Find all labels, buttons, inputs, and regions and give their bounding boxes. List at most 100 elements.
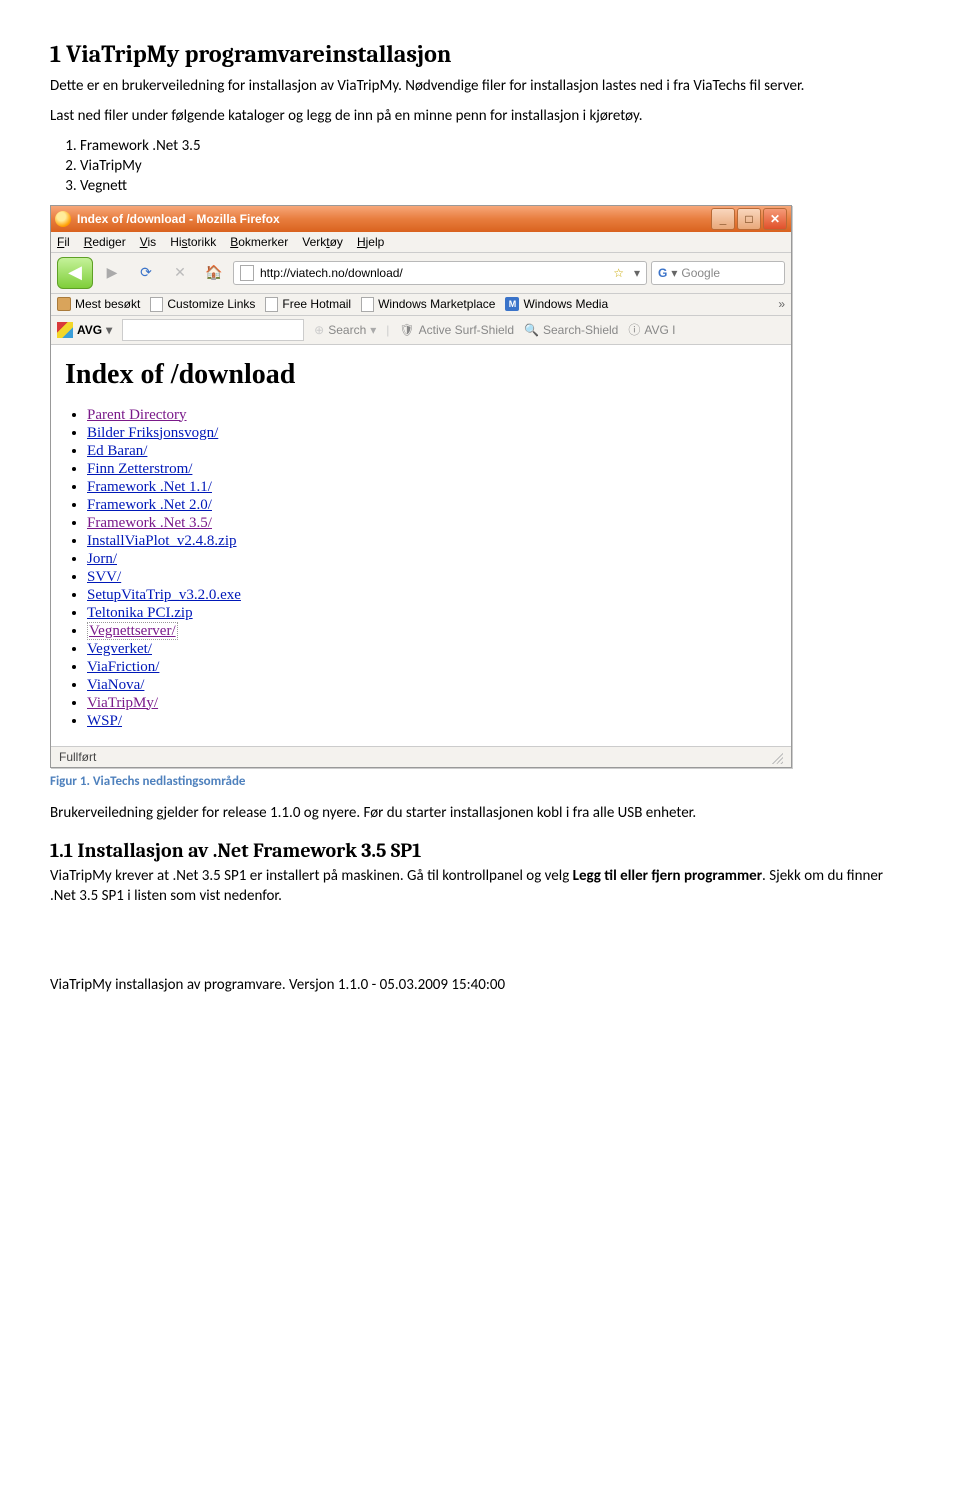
directory-link[interactable]: Vegnettserver/: [87, 622, 178, 640]
bookmark-label: Windows Marketplace: [378, 297, 495, 311]
section-para: ViaTripMy krever at .Net 3.5 SP1 er inst…: [50, 866, 910, 907]
list-item: ViaTripMy: [80, 157, 910, 175]
avg-search-input[interactable]: [122, 319, 304, 341]
page-footer: ViaTripMy installasjon av programvare. V…: [50, 976, 910, 994]
avg-logo[interactable]: AVG ▾: [57, 322, 112, 338]
bookmark-label: Customize Links: [167, 297, 255, 311]
windows-media-icon: M: [505, 297, 519, 311]
bookmark-label: Windows Media: [523, 297, 608, 311]
directory-link[interactable]: Vegverket/: [87, 641, 152, 657]
directory-link[interactable]: Framework .Net 2.0/: [87, 497, 212, 513]
page-icon: [240, 265, 254, 281]
avg-item-label: Search-Shield: [543, 323, 618, 337]
list-item: Vegverket/: [87, 641, 777, 658]
menu-edit[interactable]: Rediger: [84, 235, 126, 249]
list-item: Framework .Net 2.0/: [87, 497, 777, 514]
directory-link[interactable]: WSP/: [87, 713, 122, 729]
bookmark-folder-icon: [57, 297, 71, 311]
avg-info[interactable]: ⓘ AVG I: [628, 321, 675, 338]
stop-button[interactable]: ✕: [165, 260, 195, 286]
list-item: Jorn/: [87, 551, 777, 568]
firefox-icon: [55, 211, 71, 227]
menu-history[interactable]: Historikk: [170, 235, 216, 249]
menubar: Fil Rediger Vis Historikk Bokmerker Verk…: [51, 232, 791, 253]
avg-item-label: AVG I: [644, 323, 675, 337]
directory-link[interactable]: Framework .Net 3.5/: [87, 515, 212, 531]
search-bar[interactable]: G ▾ Google: [651, 261, 785, 285]
resize-grip-icon[interactable]: [769, 750, 783, 764]
overflow-chevron-icon[interactable]: »: [778, 297, 785, 311]
list-item: SetupVitaTrip_v3.2.0.exe: [87, 587, 777, 604]
forward-button[interactable]: ▶: [97, 260, 127, 286]
list-item: ViaTripMy/: [87, 695, 777, 712]
bookmark-most-visited[interactable]: Mest besøkt: [57, 297, 140, 311]
list-item: Parent Directory: [87, 407, 777, 424]
directory-link[interactable]: ViaNova/: [87, 677, 144, 693]
list-item: Vegnett: [80, 177, 910, 195]
nav-toolbar: ◀ ▶ ⟳ ✕ 🏠 http://viatech.no/download/ ☆ …: [51, 253, 791, 294]
heading-section-1-1: 1.1 Installasjon av .Net Framework 3.5 S…: [50, 839, 910, 862]
list-item: Bilder Friksjonsvogn/: [87, 425, 777, 442]
avg-search-label: Search: [328, 323, 366, 337]
page-icon: [150, 297, 163, 312]
bookmark-link[interactable]: M Windows Media: [505, 297, 608, 311]
directory-link[interactable]: ViaTripMy/: [87, 695, 158, 711]
menu-view[interactable]: Vis: [140, 235, 156, 249]
list-item: Vegnettserver/: [87, 623, 777, 640]
directory-link[interactable]: ViaFriction/: [87, 659, 159, 675]
directory-link[interactable]: SVV/: [87, 569, 121, 585]
directory-link[interactable]: Framework .Net 1.1/: [87, 479, 212, 495]
menu-tools[interactable]: Verktøy: [302, 235, 343, 249]
directory-link[interactable]: SetupVitaTrip_v3.2.0.exe: [87, 587, 241, 603]
list-item: Teltonika PCI.zip: [87, 605, 777, 622]
list-item: Framework .Net 3.5: [80, 137, 910, 155]
directory-link[interactable]: Bilder Friksjonsvogn/: [87, 425, 218, 441]
directory-link[interactable]: InstallViaPlot_v2.4.8.zip: [87, 533, 237, 549]
avg-label: AVG: [77, 323, 102, 337]
bookmark-link[interactable]: Windows Marketplace: [361, 297, 495, 312]
url-dropdown-icon[interactable]: ▾: [634, 266, 640, 280]
directory-link[interactable]: Parent Directory: [87, 407, 187, 423]
list-item: Framework .Net 3.5/: [87, 515, 777, 532]
reload-button[interactable]: ⟳: [131, 260, 161, 286]
directory-link[interactable]: Ed Baran/: [87, 443, 147, 459]
bookmark-label: Mest besøkt: [75, 297, 140, 311]
avg-search-shield[interactable]: 🔍 Search-Shield: [524, 323, 618, 337]
close-button[interactable]: ✕: [763, 208, 787, 230]
list-item: SVV/: [87, 569, 777, 586]
directory-link[interactable]: Teltonika PCI.zip: [87, 605, 193, 621]
para-bold: Legg til eller fjern programmer: [573, 867, 762, 885]
bookmark-link[interactable]: Customize Links: [150, 297, 255, 312]
url-bar[interactable]: http://viatech.no/download/ ☆ ▾: [233, 261, 647, 285]
bookmark-link[interactable]: Free Hotmail: [265, 297, 351, 312]
avg-surf-shield[interactable]: 🛡 Active Surf-Shield: [399, 323, 514, 337]
browser-window: Index of /download - Mozilla Firefox _ □…: [50, 205, 792, 768]
figure-caption: Figur 1. ViaTechs nedlastingsområde: [50, 774, 910, 789]
list-item: ViaFriction/: [87, 659, 777, 676]
list-item: WSP/: [87, 713, 777, 730]
bookmark-star-icon[interactable]: ☆: [613, 266, 624, 280]
list-item: Finn Zetterstrom/: [87, 461, 777, 478]
release-para: Brukerveiledning gjelder for release 1.1…: [50, 803, 910, 823]
directory-link[interactable]: Jorn/: [87, 551, 117, 567]
menu-help[interactable]: Hjelp: [357, 235, 384, 249]
list-item: Ed Baran/: [87, 443, 777, 460]
avg-item-label: Active Surf-Shield: [419, 323, 514, 337]
avg-search-button[interactable]: ⊕ Search ▾: [314, 323, 376, 337]
maximize-button[interactable]: □: [737, 208, 761, 230]
directory-list: Parent Directory Bilder Friksjonsvogn/Ed …: [87, 407, 777, 730]
bookmarks-toolbar: Mest besøkt Customize Links Free Hotmail…: [51, 294, 791, 316]
list-item: InstallViaPlot_v2.4.8.zip: [87, 533, 777, 550]
minimize-button[interactable]: _: [711, 208, 735, 230]
home-button[interactable]: 🏠: [199, 260, 229, 286]
directory-link[interactable]: Finn Zetterstrom/: [87, 461, 192, 477]
bookmark-label: Free Hotmail: [282, 297, 351, 311]
url-text: http://viatech.no/download/: [260, 266, 403, 280]
intro-para-2: Last ned filer under følgende kataloger …: [50, 106, 910, 126]
list-item: ViaNova/: [87, 677, 777, 694]
back-button[interactable]: ◀: [57, 257, 93, 289]
menu-bookmarks[interactable]: Bokmerker: [230, 235, 288, 249]
menu-file[interactable]: Fil: [57, 235, 70, 249]
page-icon: [265, 297, 278, 312]
page-heading: Index of /download: [65, 359, 777, 391]
